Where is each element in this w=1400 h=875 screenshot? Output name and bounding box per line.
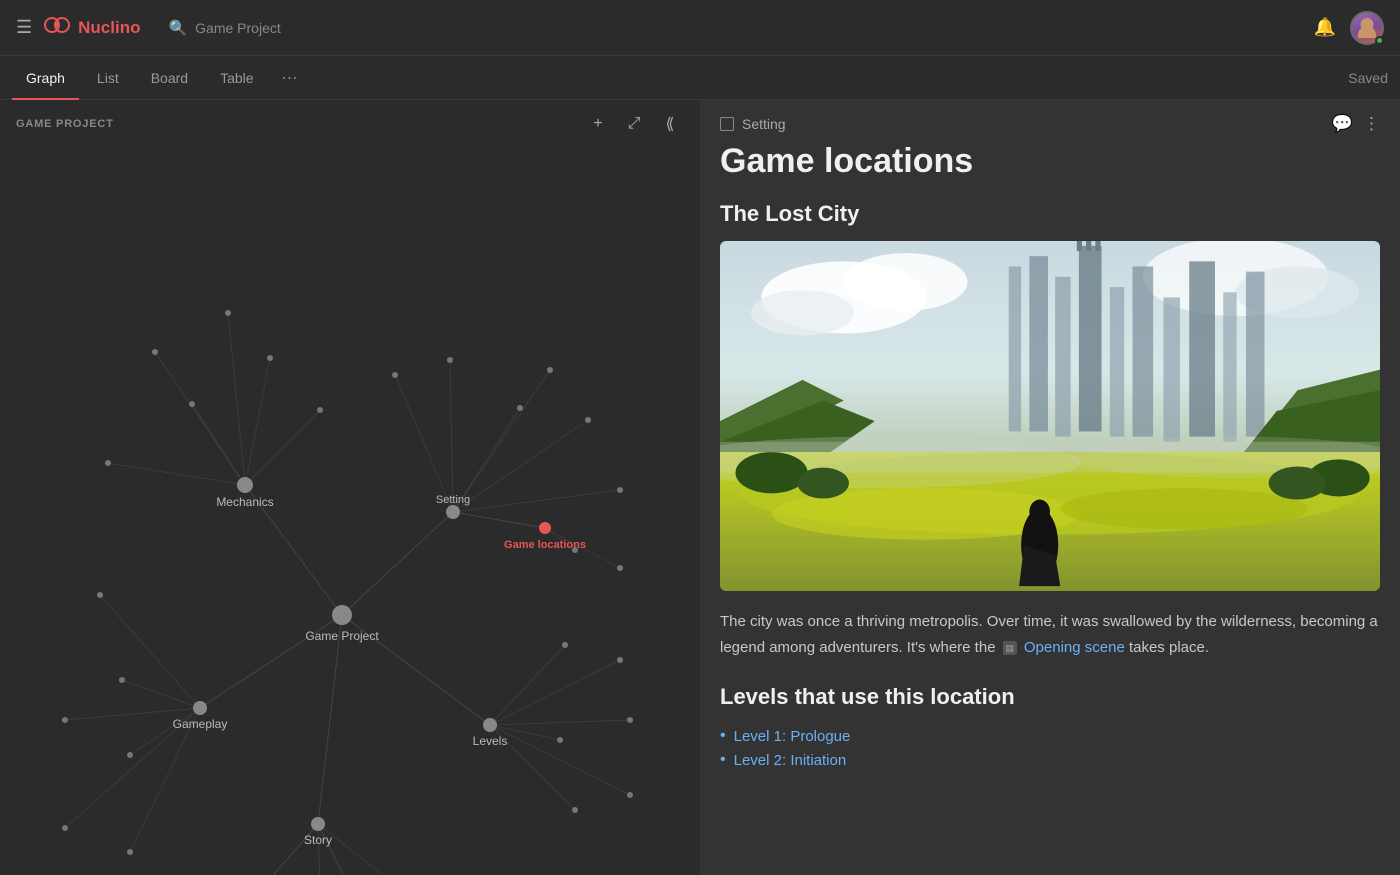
hamburger-icon[interactable]: ☰ — [16, 17, 32, 38]
logo[interactable]: Nuclino — [44, 14, 140, 42]
tab-board-label: Board — [151, 70, 188, 86]
document-panel: Setting 💬 ⋮ Game locations The Lost City — [700, 100, 1400, 875]
saved-status: Saved — [1348, 56, 1388, 99]
main-content: GAME PROJECT + ⤢ ⟪ — [0, 100, 1400, 875]
tab-list[interactable]: List — [83, 57, 133, 100]
graph-svg: Game Project Mechanics Setting Game loca… — [0, 100, 700, 875]
search-icon: 🔍 — [168, 19, 187, 37]
doc-action-buttons: 💬 ⋮ — [1332, 114, 1380, 134]
svg-text:Levels: Levels — [473, 734, 508, 748]
setting-label: Setting — [742, 116, 786, 132]
setting-checkbox[interactable] — [720, 117, 734, 131]
opening-scene-link-icon: ▤ — [1003, 641, 1017, 655]
avatar-status-dot — [1375, 36, 1384, 45]
search-text: Game Project — [195, 20, 281, 36]
doc-title: Game locations — [720, 142, 1380, 181]
bell-icon[interactable]: 🔔 — [1314, 17, 1336, 38]
section2-title: Levels that use this location — [720, 684, 1380, 710]
levels-list: Level 1: Prologue Level 2: Initiation — [720, 724, 1380, 772]
doc-body-text: The city was once a thriving metropolis.… — [720, 609, 1380, 660]
topbar: ☰ Nuclino 🔍 Game Project 🔔 — [0, 0, 1400, 56]
lost-city-image — [720, 241, 1380, 591]
search-area[interactable]: 🔍 Game Project — [168, 19, 1301, 37]
list-item: Level 1: Prologue — [720, 724, 1380, 748]
opening-scene-link[interactable]: Opening scene — [1024, 639, 1125, 656]
tab-table-label: Table — [220, 70, 253, 86]
tab-board[interactable]: Board — [137, 57, 202, 100]
graph-action-buttons: + ⤢ ⟪ — [584, 110, 684, 138]
level1-link[interactable]: Level 1: Prologue — [734, 728, 851, 745]
svg-text:Story: Story — [304, 833, 332, 847]
more-options-icon[interactable]: ⋮ — [1363, 114, 1380, 134]
tab-bar: Graph List Board Table ⋯ Saved — [0, 56, 1400, 100]
user-avatar[interactable] — [1350, 11, 1384, 45]
doc-header: Setting 💬 ⋮ — [700, 100, 1400, 142]
doc-body: Game locations The Lost City — [700, 142, 1400, 802]
svg-text:Mechanics: Mechanics — [216, 495, 273, 509]
add-node-button[interactable]: + — [584, 110, 612, 138]
tab-more-button[interactable]: ⋯ — [272, 56, 308, 99]
comment-icon[interactable]: 💬 — [1332, 114, 1353, 134]
tab-graph-label: Graph — [26, 70, 65, 86]
project-label: GAME PROJECT — [16, 118, 114, 130]
tab-list-label: List — [97, 70, 119, 86]
svg-text:Game locations: Game locations — [504, 539, 586, 551]
list-item: Level 2: Initiation — [720, 748, 1380, 772]
level2-link[interactable]: Level 2: Initiation — [734, 752, 847, 769]
logo-icon — [44, 14, 70, 42]
right-icons: 🔔 — [1314, 11, 1384, 45]
svg-text:Setting: Setting — [436, 494, 470, 506]
logo-text: Nuclino — [78, 18, 140, 38]
tab-graph[interactable]: Graph — [12, 57, 79, 100]
svg-text:Gameplay: Gameplay — [173, 717, 228, 731]
tab-table[interactable]: Table — [206, 57, 267, 100]
setting-checkbox-area: Setting — [720, 116, 786, 132]
section1-title: The Lost City — [720, 201, 1380, 227]
svg-text:Game Project: Game Project — [305, 629, 379, 643]
expand-button[interactable]: ⤢ — [620, 110, 648, 138]
graph-panel: GAME PROJECT + ⤢ ⟪ — [0, 100, 700, 875]
collapse-button[interactable]: ⟪ — [656, 110, 684, 138]
graph-header: GAME PROJECT + ⤢ ⟪ — [0, 100, 700, 148]
